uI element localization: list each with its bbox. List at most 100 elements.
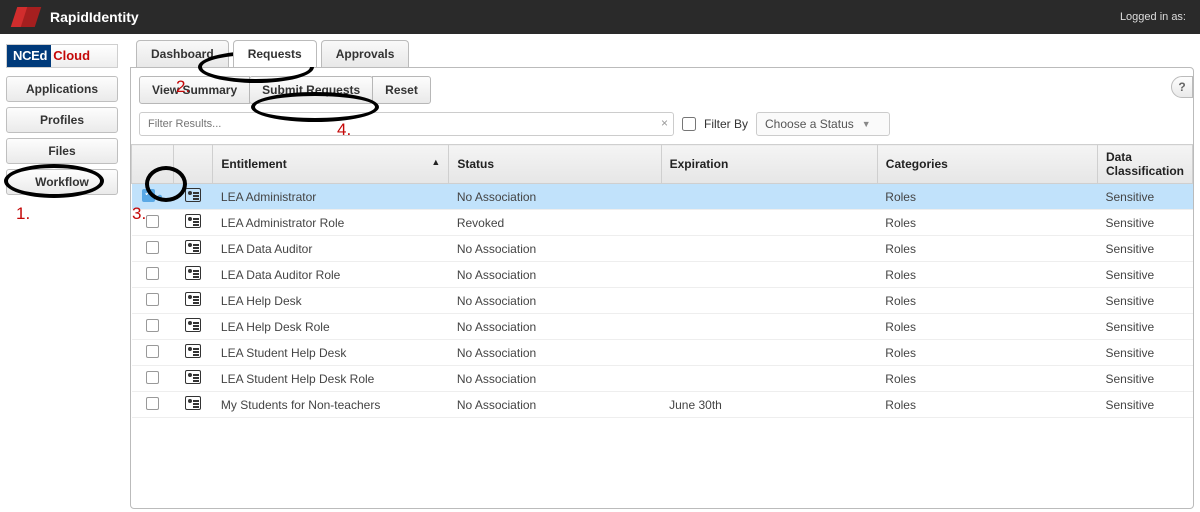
sidebar: NCEd Cloud Applications Profiles Files W… bbox=[0, 34, 124, 512]
action-toolbar: View Summary Submit Requests Reset bbox=[131, 68, 1193, 112]
col-header-entitlement[interactable]: Entitlement ▲ bbox=[213, 145, 449, 184]
top-bar: RapidIdentity Logged in as: bbox=[0, 0, 1200, 34]
entitlement-icon bbox=[185, 396, 201, 410]
org-logo-right: Cloud bbox=[51, 45, 96, 67]
entitlement-icon bbox=[185, 240, 201, 254]
status-cell: No Association bbox=[449, 340, 661, 366]
expiration-cell bbox=[661, 210, 877, 236]
table-row[interactable]: LEA Data Auditor RoleNo AssociationRoles… bbox=[132, 262, 1193, 288]
status-select[interactable]: Choose a Status ▼ bbox=[756, 112, 890, 136]
expiration-cell bbox=[661, 262, 877, 288]
tab-dashboard[interactable]: Dashboard bbox=[136, 40, 229, 67]
col-header-select[interactable] bbox=[132, 145, 174, 184]
filter-by-checkbox[interactable] bbox=[682, 117, 696, 131]
entitlements-table: Entitlement ▲ Status Expiration Categori… bbox=[131, 144, 1193, 418]
row-checkbox[interactable] bbox=[146, 345, 159, 358]
row-checkbox[interactable] bbox=[146, 241, 159, 254]
sidebar-item-workflow[interactable]: Workflow bbox=[6, 169, 118, 195]
entitlement-name: My Students for Non-teachers bbox=[213, 392, 449, 418]
data-classification-cell: Sensitive bbox=[1097, 392, 1192, 418]
sidebar-item-applications[interactable]: Applications bbox=[6, 76, 118, 102]
status-cell: No Association bbox=[449, 184, 661, 210]
table-row[interactable]: LEA Student Help Desk RoleNo Association… bbox=[132, 366, 1193, 392]
status-cell: Revoked bbox=[449, 210, 661, 236]
filter-results-input[interactable] bbox=[139, 112, 674, 136]
tab-requests[interactable]: Requests bbox=[233, 40, 317, 67]
entitlement-name: LEA Data Auditor bbox=[213, 236, 449, 262]
expiration-cell bbox=[661, 288, 877, 314]
reset-button[interactable]: Reset bbox=[372, 76, 431, 104]
status-cell: No Association bbox=[449, 236, 661, 262]
entitlement-name: LEA Help Desk bbox=[213, 288, 449, 314]
status-cell: No Association bbox=[449, 288, 661, 314]
data-classification-cell: Sensitive bbox=[1097, 184, 1192, 210]
submit-requests-button[interactable]: Submit Requests bbox=[249, 76, 373, 104]
view-summary-button[interactable]: View Summary bbox=[139, 76, 250, 104]
expiration-cell bbox=[661, 366, 877, 392]
status-select-value: Choose a Status bbox=[765, 117, 854, 131]
tab-bar: Dashboard Requests Approvals bbox=[130, 40, 1200, 67]
data-classification-cell: Sensitive bbox=[1097, 210, 1192, 236]
table-row[interactable]: LEA Help Desk RoleNo Association RolesSen… bbox=[132, 314, 1193, 340]
table-row[interactable]: LEA Administrator RoleRevoked RolesSensit… bbox=[132, 210, 1193, 236]
col-header-icon bbox=[173, 145, 213, 184]
entitlement-icon bbox=[185, 344, 201, 358]
col-header-data-classification[interactable]: Data Classification bbox=[1097, 145, 1192, 184]
row-checkbox[interactable] bbox=[146, 293, 159, 306]
entitlement-icon bbox=[185, 266, 201, 280]
categories-cell: Roles bbox=[877, 210, 1097, 236]
entitlement-icon bbox=[185, 370, 201, 384]
categories-cell: Roles bbox=[877, 366, 1097, 392]
org-logo: NCEd Cloud bbox=[6, 44, 118, 68]
sidebar-item-profiles[interactable]: Profiles bbox=[6, 107, 118, 133]
categories-cell: Roles bbox=[877, 184, 1097, 210]
help-button[interactable]: ? bbox=[1171, 76, 1193, 98]
data-classification-cell: Sensitive bbox=[1097, 314, 1192, 340]
col-header-status[interactable]: Status bbox=[449, 145, 661, 184]
entitlement-icon bbox=[185, 214, 201, 228]
filter-row: × Filter By Choose a Status ▼ bbox=[131, 112, 1193, 144]
entitlement-name: LEA Help Desk Role bbox=[213, 314, 449, 340]
filter-by-label: Filter By bbox=[704, 117, 748, 131]
categories-cell: Roles bbox=[877, 392, 1097, 418]
tab-approvals[interactable]: Approvals bbox=[321, 40, 410, 67]
table-row[interactable]: •LEA AdministratorNo AssociationRolesSen… bbox=[132, 184, 1193, 210]
row-checkbox[interactable] bbox=[142, 189, 155, 202]
data-classification-cell: Sensitive bbox=[1097, 236, 1192, 262]
row-checkbox[interactable] bbox=[146, 267, 159, 280]
status-cell: No Association bbox=[449, 262, 661, 288]
categories-cell: Roles bbox=[877, 314, 1097, 340]
table-row[interactable]: LEA Data AuditorNo AssociationRolesSensi… bbox=[132, 236, 1193, 262]
status-cell: No Association bbox=[449, 366, 661, 392]
table-row[interactable]: My Students for Non-teachersNo Associati… bbox=[132, 392, 1193, 418]
row-checkbox[interactable] bbox=[146, 371, 159, 384]
entitlement-icon bbox=[185, 188, 201, 202]
org-logo-left: NCEd bbox=[7, 45, 51, 67]
status-cell: No Association bbox=[449, 314, 661, 340]
expiration-cell bbox=[661, 314, 877, 340]
app-brand: RapidIdentity bbox=[50, 9, 139, 25]
entitlement-icon bbox=[185, 318, 201, 332]
status-cell: No Association bbox=[449, 392, 661, 418]
entitlement-name: LEA Administrator bbox=[213, 184, 449, 210]
row-checkbox[interactable] bbox=[146, 215, 159, 228]
col-header-categories[interactable]: Categories bbox=[877, 145, 1097, 184]
row-checkbox[interactable] bbox=[146, 397, 159, 410]
expiration-cell bbox=[661, 184, 877, 210]
categories-cell: Roles bbox=[877, 340, 1097, 366]
table-row[interactable]: LEA Help DeskNo AssociationRolesSensitiv… bbox=[132, 288, 1193, 314]
row-checkbox[interactable] bbox=[146, 319, 159, 332]
data-classification-cell: Sensitive bbox=[1097, 366, 1192, 392]
table-row[interactable]: LEA Student Help DeskNo AssociationRoles… bbox=[132, 340, 1193, 366]
data-classification-cell: Sensitive bbox=[1097, 288, 1192, 314]
col-header-expiration[interactable]: Expiration bbox=[661, 145, 877, 184]
categories-cell: Roles bbox=[877, 262, 1097, 288]
sidebar-item-files[interactable]: Files bbox=[6, 138, 118, 164]
expiration-cell bbox=[661, 236, 877, 262]
data-classification-cell: Sensitive bbox=[1097, 340, 1192, 366]
expiration-cell: June 30th bbox=[661, 392, 877, 418]
main-area: Dashboard Requests Approvals ? View Summ… bbox=[124, 34, 1200, 512]
sort-asc-icon: ▲ bbox=[431, 157, 440, 167]
clear-filter-icon[interactable]: × bbox=[661, 116, 668, 130]
entitlement-name: LEA Administrator Role bbox=[213, 210, 449, 236]
